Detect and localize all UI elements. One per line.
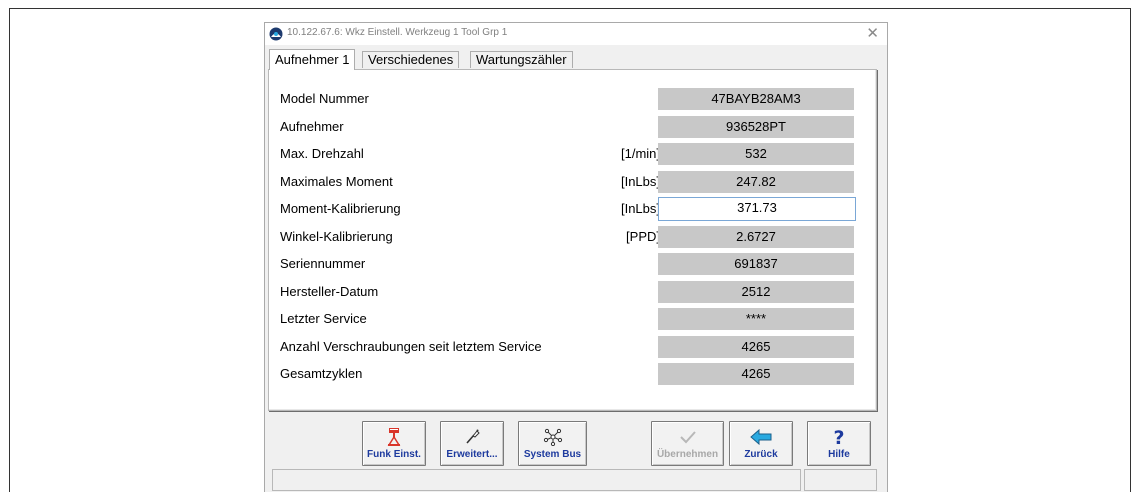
row-moment-kalibrierung: Moment-Kalibrierung [InLbs] 371.73 [269,197,876,221]
arrow-left-icon [730,427,792,447]
row-label: Winkel-Kalibrierung [280,228,393,244]
value-anzahl-verschraubungen: 4265 [658,335,854,358]
network-nodes-icon [519,427,586,447]
row-winkel-kalibrierung: Winkel-Kalibrierung [PPD] 2.6727 [269,225,876,248]
svg-text:?: ? [833,427,844,447]
value-gesamtzyklen: 4265 [658,363,854,385]
row-label: Letzter Service [280,311,367,326]
row-label: Max. Drehzahl [280,146,364,161]
zurueck-button[interactable]: Zurück [729,421,793,466]
tab-panel: Model Nummer 47BAYB28AM3 Aufnehmer 93652… [268,69,877,411]
row-model-nummer: Model Nummer 47BAYB28AM3 [269,88,876,110]
uebernehmen-label: Übernehmen [656,449,719,460]
row-gesamtzyklen: Gesamtzyklen 4265 [269,363,876,385]
tab-verschiedenes[interactable]: Verschiedenes [362,51,460,68]
row-maximales-moment: Maximales Moment [InLbs] 247.82 [269,170,876,193]
row-seriennummer: Seriennummer 691837 [269,253,876,275]
row-label: Model Nummer [280,91,369,106]
system-bus-label: System Bus [523,449,582,460]
screwdriver-icon [441,427,503,447]
row-unit: [InLbs] [620,173,660,189]
app-logo-icon [269,27,283,41]
value-seriennummer: 691837 [658,253,854,275]
status-field-main [272,469,801,491]
uebernehmen-button[interactable]: Übernehmen [651,421,724,466]
title-bar: 10.122.67.6: Wkz Einstell. Werkzeug 1 To… [265,23,887,45]
row-aufnehmer: Aufnehmer 936528PT [269,115,876,138]
row-label: Seriennummer [280,256,366,271]
row-unit: [PPD] [626,228,660,244]
row-letzter-service: Letzter Service **** [269,308,876,330]
value-hersteller-datum: 2512 [658,280,854,303]
erweitert-label: Erweitert... [446,449,498,460]
erweitert-button[interactable]: Erweitert... [440,421,504,466]
funk-einst-label: Funk Einst. [367,449,421,460]
row-unit: [1/min] [620,146,660,161]
row-label: Anzahl Verschraubungen seit letztem Serv… [280,338,542,354]
hilfe-label: Hilfe [828,449,850,460]
value-aufnehmer: 936528PT [658,115,854,138]
value-letzter-service: **** [658,308,854,330]
question-mark-icon: ? [808,427,870,447]
row-label: Moment-Kalibrierung [280,201,401,216]
system-bus-button[interactable]: System Bus [518,421,587,466]
tab-aufnehmer-1[interactable]: Aufnehmer 1 [269,49,356,70]
row-hersteller-datum: Hersteller-Datum 2512 [269,280,876,303]
window-title: 10.122.67.6: Wkz Einstell. Werkzeug 1 To… [287,27,508,38]
row-unit: [InLbs] [620,201,660,216]
value-maximales-moment: 247.82 [658,170,854,193]
close-button[interactable]: ✕ [866,25,879,43]
row-label: Aufnehmer [280,118,344,134]
checkmark-icon [652,427,723,447]
value-max-drehzahl: 532 [658,143,854,165]
tab-wartungszaehler[interactable]: Wartungszähler [470,51,573,68]
row-max-drehzahl: Max. Drehzahl [1/min] 532 [269,143,876,165]
settings-dialog: 10.122.67.6: Wkz Einstell. Werkzeug 1 To… [264,22,888,492]
radio-transmitter-icon [363,427,425,447]
row-label: Hersteller-Datum [280,283,379,299]
funk-einst-button[interactable]: Funk Einst. [362,421,426,466]
hilfe-button[interactable]: ? Hilfe [807,421,871,466]
row-label: Gesamtzyklen [280,366,363,381]
row-anzahl-verschraubungen: Anzahl Verschraubungen seit letztem Serv… [269,335,876,358]
status-field-secondary [804,469,877,491]
row-label: Maximales Moment [280,173,393,189]
value-winkel-kalibrierung: 2.6727 [658,225,854,248]
value-model-nummer: 47BAYB28AM3 [658,88,854,110]
moment-kalibrierung-input[interactable]: 371.73 [658,197,856,221]
zurueck-label: Zurück [744,449,778,460]
